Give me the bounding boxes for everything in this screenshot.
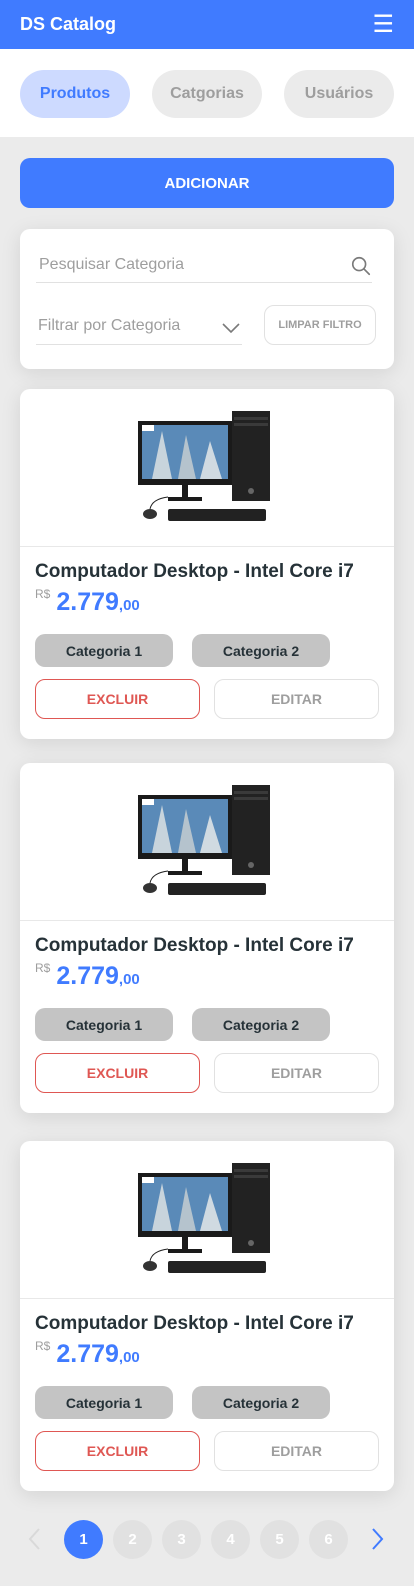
page-button-6[interactable]: 6 (309, 1520, 348, 1559)
delete-button[interactable]: EXCLUIR (35, 1431, 200, 1471)
category-badge: Categoria 2 (192, 1386, 330, 1419)
product-image (138, 1163, 270, 1273)
category-filter-placeholder: Filtrar por Categoria (38, 317, 181, 334)
page-button-2[interactable]: 2 (113, 1520, 152, 1559)
chevron-left-icon[interactable] (22, 1526, 48, 1552)
price-decimal: ,00 (118, 597, 140, 614)
clear-filter-button[interactable]: LIMPAR FILTRO (264, 305, 376, 345)
product-image-area (20, 389, 394, 547)
page-button-1[interactable]: 1 (64, 1520, 103, 1559)
category-badge: Categoria 1 (35, 634, 173, 667)
price-currency: R$ (35, 961, 51, 975)
product-name: Computador Desktop - Intel Core i7 (35, 935, 354, 956)
search-input[interactable] (36, 249, 336, 281)
product-price: R$ 2.779 ,00 (35, 587, 140, 617)
price-currency: R$ (35, 587, 51, 601)
chevron-down-icon (222, 323, 240, 334)
tab-usuarios[interactable]: Usuários (284, 70, 394, 118)
category-badge: Categoria 1 (35, 1386, 173, 1419)
category-filter-select[interactable]: Filtrar por Categoria (36, 311, 242, 345)
menu-icon[interactable]: ☰ (372, 12, 394, 37)
tab-categorias[interactable]: Catgorias (152, 70, 262, 118)
price-decimal: ,00 (118, 1349, 140, 1366)
chevron-right-icon[interactable] (364, 1526, 390, 1552)
tab-produtos[interactable]: Produtos (20, 70, 130, 118)
edit-button[interactable]: EDITAR (214, 679, 379, 719)
product-price: R$ 2.779 ,00 (35, 1339, 140, 1369)
category-badge: Categoria 1 (35, 1008, 173, 1041)
price-integer: 2.779 (56, 588, 119, 616)
search-field (36, 249, 372, 283)
product-card: Computador Desktop - Intel Core i7 R$ 2.… (20, 1141, 394, 1491)
product-name: Computador Desktop - Intel Core i7 (35, 561, 354, 582)
pagination: 1 2 3 4 5 6 (0, 1518, 414, 1560)
filter-card: Filtrar por Categoria LIMPAR FILTRO (20, 229, 394, 369)
delete-button[interactable]: EXCLUIR (35, 1053, 200, 1093)
price-integer: 2.779 (56, 962, 119, 990)
product-image-area (20, 763, 394, 921)
product-price: R$ 2.779 ,00 (35, 961, 140, 991)
price-currency: R$ (35, 1339, 51, 1353)
page-button-3[interactable]: 3 (162, 1520, 201, 1559)
product-card: Computador Desktop - Intel Core i7 R$ 2.… (20, 389, 394, 739)
price-integer: 2.779 (56, 1340, 119, 1368)
navbar: DS Catalog ☰ (0, 0, 414, 49)
product-image (138, 785, 270, 895)
delete-button[interactable]: EXCLUIR (35, 679, 200, 719)
category-badge: Categoria 2 (192, 1008, 330, 1041)
page-button-5[interactable]: 5 (260, 1520, 299, 1559)
brand-title[interactable]: DS Catalog (20, 14, 116, 35)
page-button-4[interactable]: 4 (211, 1520, 250, 1559)
search-icon[interactable] (350, 255, 372, 277)
price-decimal: ,00 (118, 971, 140, 988)
admin-tabs: Produtos Catgorias Usuários (0, 49, 414, 137)
category-badge: Categoria 2 (192, 634, 330, 667)
edit-button[interactable]: EDITAR (214, 1431, 379, 1471)
product-name: Computador Desktop - Intel Core i7 (35, 1313, 354, 1334)
product-image (138, 411, 270, 521)
product-card: Computador Desktop - Intel Core i7 R$ 2.… (20, 763, 394, 1113)
product-image-area (20, 1141, 394, 1299)
add-button[interactable]: ADICIONAR (20, 158, 394, 208)
edit-button[interactable]: EDITAR (214, 1053, 379, 1093)
